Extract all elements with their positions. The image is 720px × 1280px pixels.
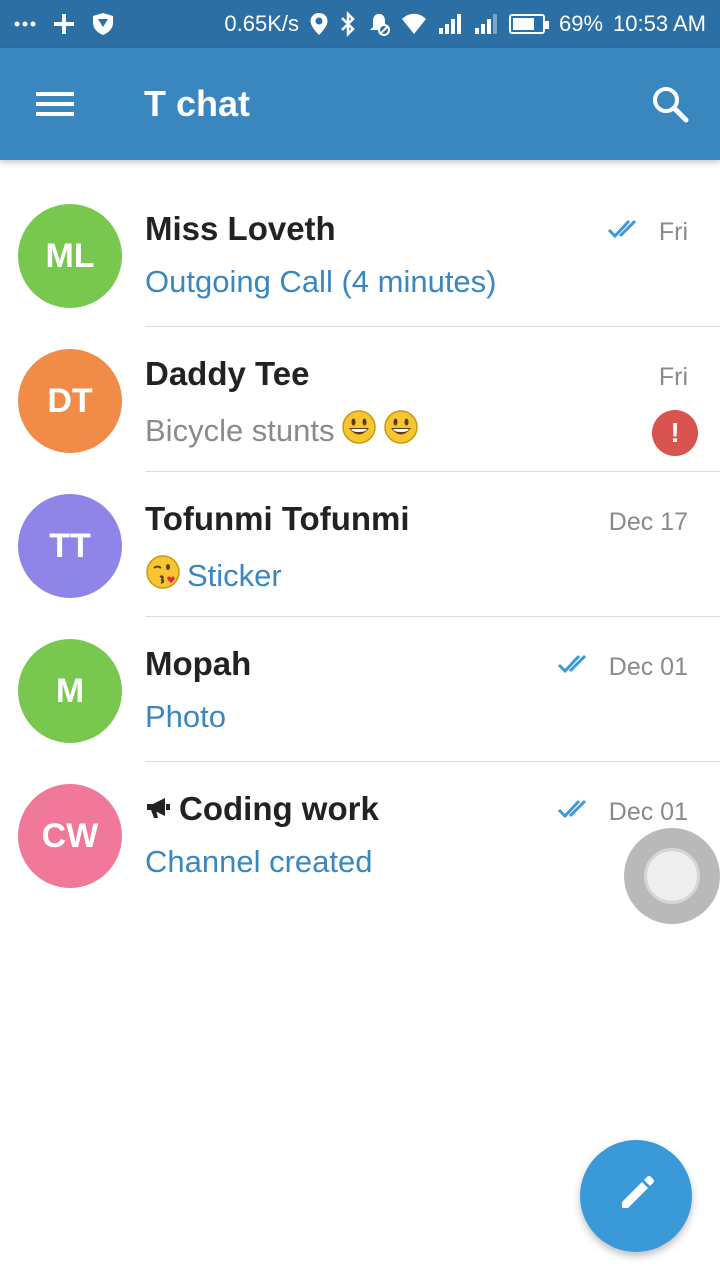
avatar: M xyxy=(18,639,122,743)
chat-row[interactable]: TT Tofunmi Tofunmi Sticker Dec 17 xyxy=(0,472,720,617)
chat-meta: Fri xyxy=(607,218,688,247)
pencil-icon xyxy=(616,1174,656,1219)
double-check-icon xyxy=(557,798,597,827)
hamburger-menu-icon[interactable] xyxy=(0,48,110,160)
signal-icon-2 xyxy=(473,13,499,35)
double-check-icon xyxy=(607,218,647,247)
notifications-muted-icon xyxy=(367,12,391,36)
chat-meta: Fri xyxy=(659,363,688,392)
chat-meta: Dec 17 xyxy=(609,508,688,537)
chat-name: Tofunmi Tofunmi xyxy=(145,500,410,537)
chat-row[interactable]: M Mopah Photo Dec 01 xyxy=(0,617,720,762)
clock: 10:53 AM xyxy=(613,11,706,36)
network-speed: 0.65K/s xyxy=(224,11,299,36)
chat-meta: Dec 01 xyxy=(557,653,688,682)
app-bar: T chat xyxy=(0,48,720,160)
search-icon[interactable] xyxy=(620,48,720,160)
new-message-button[interactable] xyxy=(580,1140,692,1252)
avatar: TT xyxy=(18,494,122,598)
assistive-touch-button[interactable] xyxy=(624,828,720,924)
chat-last-message: Outgoing Call (4 minutes) xyxy=(145,264,497,299)
chat-date: Dec 01 xyxy=(608,798,688,826)
plus-icon xyxy=(52,12,76,36)
battery-icon xyxy=(509,14,549,34)
chat-last-message: Channel created xyxy=(145,844,373,879)
avatar: ML xyxy=(18,204,122,308)
location-icon xyxy=(309,12,329,36)
wifi-icon xyxy=(401,13,427,35)
chat-name: Mopah xyxy=(145,645,252,682)
chat-name: Coding work xyxy=(145,790,379,828)
chat-meta: Dec 01 xyxy=(557,798,688,827)
chat-name: Miss Loveth xyxy=(145,210,336,247)
bluetooth-icon xyxy=(339,11,357,37)
chat-date: Fri xyxy=(658,218,688,246)
chat-date: Fri xyxy=(658,363,688,391)
chat-date: Dec 17 xyxy=(608,508,688,536)
failed-message-badge[interactable]: ! xyxy=(652,410,698,456)
signal-icon xyxy=(437,13,463,35)
chat-row[interactable]: ML Miss Loveth Outgoing Call (4 minutes)… xyxy=(0,182,720,327)
smiley-emoji-icon xyxy=(383,409,419,453)
smiley-emoji-icon xyxy=(341,409,377,453)
double-check-icon xyxy=(557,653,597,682)
chat-name: Daddy Tee xyxy=(145,355,310,392)
kissing-face-emoji-icon xyxy=(145,554,181,598)
shield-icon xyxy=(92,12,114,36)
more-notifications-icon xyxy=(14,20,36,28)
status-bar: 0.65K/s 69% 10:53 AM xyxy=(0,0,720,48)
app-title: T chat xyxy=(144,83,251,124)
chat-last-message: Photo xyxy=(145,699,227,734)
megaphone-icon xyxy=(145,790,171,828)
chat-last-message: Sticker xyxy=(145,554,282,598)
chat-last-message: Bicycle stunts xyxy=(145,409,419,453)
chat-row[interactable]: CW Coding work Channel created Dec 01 xyxy=(0,762,720,907)
avatar: DT xyxy=(18,349,122,453)
avatar: CW xyxy=(18,784,122,888)
chat-date: Dec 01 xyxy=(608,653,688,681)
battery-level: 69% xyxy=(559,11,604,36)
assistive-touch-inner xyxy=(644,848,700,904)
chat-list: ML Miss Loveth Outgoing Call (4 minutes)… xyxy=(0,182,720,907)
chat-row[interactable]: DT Daddy Tee Bicycle stunts Fri ! xyxy=(0,327,720,472)
